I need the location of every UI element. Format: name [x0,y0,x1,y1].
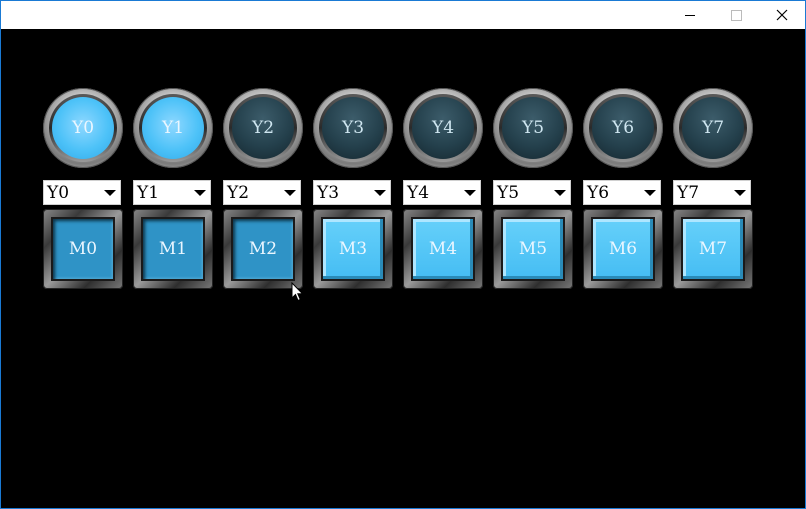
button-label: M7 [683,219,743,279]
chevron-down-icon [644,190,656,196]
button-m1[interactable]: M1 [133,209,213,289]
dropdown-button[interactable] [99,182,119,203]
combo-y6[interactable]: Y6 [583,180,661,205]
combo-value: Y7 [677,183,700,203]
button-label: M1 [143,219,203,279]
dropdown-button[interactable] [369,182,389,203]
dropdown-button[interactable] [639,182,659,203]
lamp-y4: Y4 [403,88,483,168]
combo-value: Y6 [587,183,610,203]
lamp-label: Y7 [682,97,744,159]
lamp-y2: Y2 [223,88,303,168]
combo-value: Y3 [317,183,340,203]
lamp-label: Y4 [412,97,474,159]
close-icon [776,9,788,21]
combo-value: Y0 [47,183,70,203]
dropdown-button[interactable] [459,182,479,203]
mouse-cursor-icon [291,282,304,302]
minimize-button[interactable] [667,1,713,29]
chevron-down-icon [554,190,566,196]
lamp-y6: Y6 [583,88,663,168]
combo-value: Y4 [407,183,430,203]
dropdown-button[interactable] [549,182,569,203]
close-button[interactable] [759,1,805,29]
lamp-y0: Y0 [43,88,123,168]
lamp-y7: Y7 [673,88,753,168]
maximize-button[interactable] [713,1,759,29]
combo-value: Y5 [497,183,520,203]
button-label: M4 [413,219,473,279]
button-m5[interactable]: M5 [493,209,573,289]
combo-value: Y2 [227,183,250,203]
combo-y0[interactable]: Y0 [43,180,121,205]
lamp-label: Y5 [502,97,564,159]
dropdown-button[interactable] [279,182,299,203]
chevron-down-icon [104,190,116,196]
button-label: M2 [233,219,293,279]
lamp-label: Y2 [232,97,294,159]
chevron-down-icon [194,190,206,196]
combo-y3[interactable]: Y3 [313,180,391,205]
button-m6[interactable]: M6 [583,209,663,289]
button-label: M5 [503,219,563,279]
button-label: M3 [323,219,383,279]
lamp-label: Y1 [142,97,204,159]
combo-y5[interactable]: Y5 [493,180,571,205]
button-m4[interactable]: M4 [403,209,483,289]
dropdown-button[interactable] [729,182,749,203]
combo-y2[interactable]: Y2 [223,180,301,205]
button-m2[interactable]: M2 [223,209,303,289]
lamp-label: Y3 [322,97,384,159]
lamp-y3: Y3 [313,88,393,168]
maximize-icon [730,9,742,21]
combo-y7[interactable]: Y7 [673,180,751,205]
combo-y4[interactable]: Y4 [403,180,481,205]
title-bar[interactable] [1,1,805,29]
combo-value: Y1 [137,183,160,203]
chevron-down-icon [734,190,746,196]
button-label: M6 [593,219,653,279]
lamp-label: Y0 [52,97,114,159]
chevron-down-icon [374,190,386,196]
combo-y1[interactable]: Y1 [133,180,211,205]
button-label: M0 [53,219,113,279]
hmi-panel: Y0 Y1 Y2 Y3 Y4 Y5 Y6 Y7 Y0 Y1 Y2 Y3 Y4 Y… [4,29,804,507]
lamp-label: Y6 [592,97,654,159]
button-m7[interactable]: M7 [673,209,753,289]
chevron-down-icon [464,190,476,196]
lamp-y5: Y5 [493,88,573,168]
dropdown-button[interactable] [189,182,209,203]
button-m3[interactable]: M3 [313,209,393,289]
chevron-down-icon [284,190,296,196]
button-m0[interactable]: M0 [43,209,123,289]
minimize-icon [685,14,695,16]
app-window: Y0 Y1 Y2 Y3 Y4 Y5 Y6 Y7 Y0 Y1 Y2 Y3 Y4 Y… [0,0,806,509]
lamp-y1: Y1 [133,88,213,168]
